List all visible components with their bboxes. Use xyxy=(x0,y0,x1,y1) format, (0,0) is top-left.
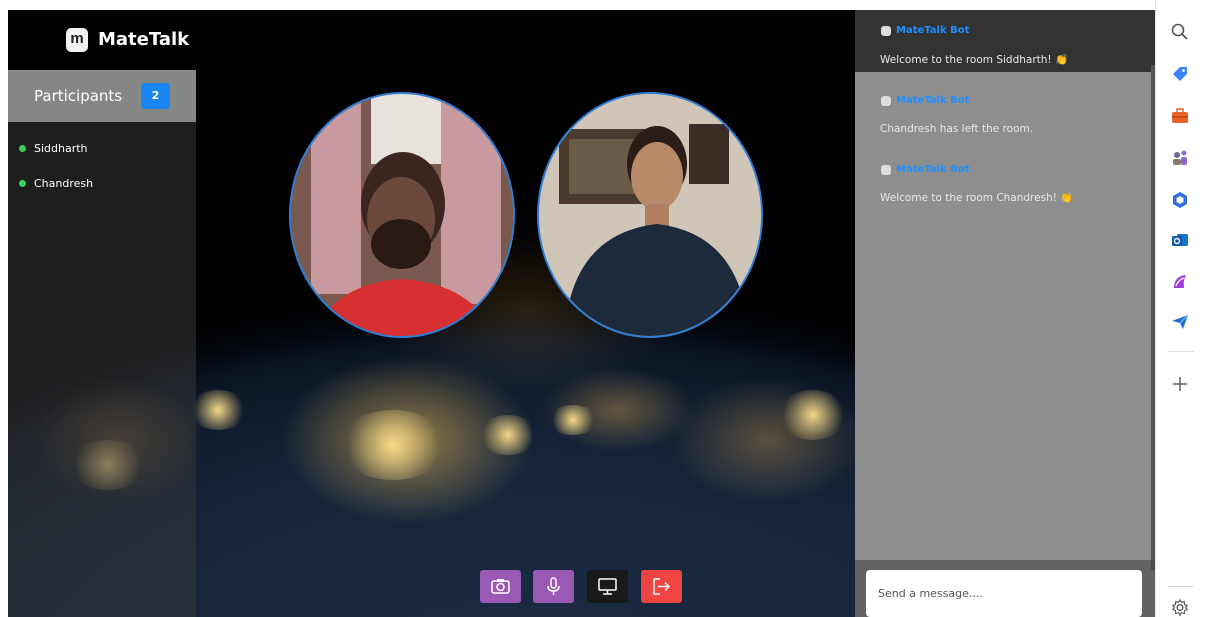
power-automate-icon[interactable] xyxy=(1170,272,1190,292)
message-sender: MateTalk Bot xyxy=(896,25,970,36)
outlook-icon[interactable] xyxy=(1170,230,1190,250)
add-icon[interactable] xyxy=(1170,374,1190,394)
microphone-toggle-button[interactable] xyxy=(533,570,574,603)
exit-icon xyxy=(653,578,671,595)
camera-icon xyxy=(491,579,510,594)
bot-icon xyxy=(881,165,891,175)
chat-panel: MateTalk Bot Welcome to the room Siddhar… xyxy=(855,10,1155,617)
participants-header: Participants 2 xyxy=(8,70,196,122)
camera-toggle-button[interactable] xyxy=(480,570,521,603)
participants-title: Participants xyxy=(34,87,123,105)
app-window: m MateTalk Participants 2 Siddharth Chan… xyxy=(0,0,1205,617)
city-lights xyxy=(478,415,538,455)
participant-video xyxy=(537,92,763,338)
monitor-icon xyxy=(598,578,617,595)
participants-count-badge: 2 xyxy=(141,83,170,109)
brand-header: m MateTalk xyxy=(8,10,196,70)
participant-video xyxy=(289,92,515,338)
screen-share-button[interactable] xyxy=(587,570,628,603)
participant-name: Chandresh xyxy=(34,177,94,190)
message-text: Chandresh has left the room. xyxy=(880,123,1034,135)
message-sender: MateTalk Bot xyxy=(896,95,970,106)
message-sender: MateTalk Bot xyxy=(896,164,970,175)
tag-icon[interactable] xyxy=(1170,64,1190,84)
leave-room-button[interactable] xyxy=(641,570,682,603)
message-input[interactable] xyxy=(866,570,1142,617)
office-icon[interactable] xyxy=(1170,190,1190,210)
message-text: Welcome to the room Siddharth! 👏 xyxy=(880,54,1069,66)
online-status-dot xyxy=(19,145,26,152)
settings-icon[interactable] xyxy=(1170,598,1190,617)
app-name: MateTalk xyxy=(98,29,190,50)
message-text: Welcome to the room Chandresh! 👏 xyxy=(880,192,1074,204)
video-feed-image xyxy=(539,94,761,336)
city-lights xyxy=(188,390,248,430)
briefcase-icon[interactable] xyxy=(1170,106,1190,126)
sidebar-divider xyxy=(1168,586,1194,587)
search-icon[interactable] xyxy=(1170,22,1190,42)
people-icon[interactable] xyxy=(1170,148,1190,168)
send-icon[interactable] xyxy=(1170,312,1190,332)
online-status-dot xyxy=(19,180,26,187)
bot-icon xyxy=(881,96,891,106)
browser-sidebar xyxy=(1155,0,1205,617)
participant-name: Siddharth xyxy=(34,142,88,155)
city-lights xyxy=(548,405,598,435)
participants-panel: m MateTalk Participants 2 Siddharth Chan… xyxy=(8,10,196,617)
city-lights xyxy=(338,410,448,480)
sidebar-divider xyxy=(1168,351,1194,352)
matetalk-logo: m xyxy=(66,28,88,52)
microphone-icon xyxy=(547,577,560,595)
chat-input-bar xyxy=(855,560,1155,617)
bot-icon xyxy=(881,26,891,36)
video-feed-image xyxy=(291,94,513,336)
city-lights xyxy=(778,390,848,440)
